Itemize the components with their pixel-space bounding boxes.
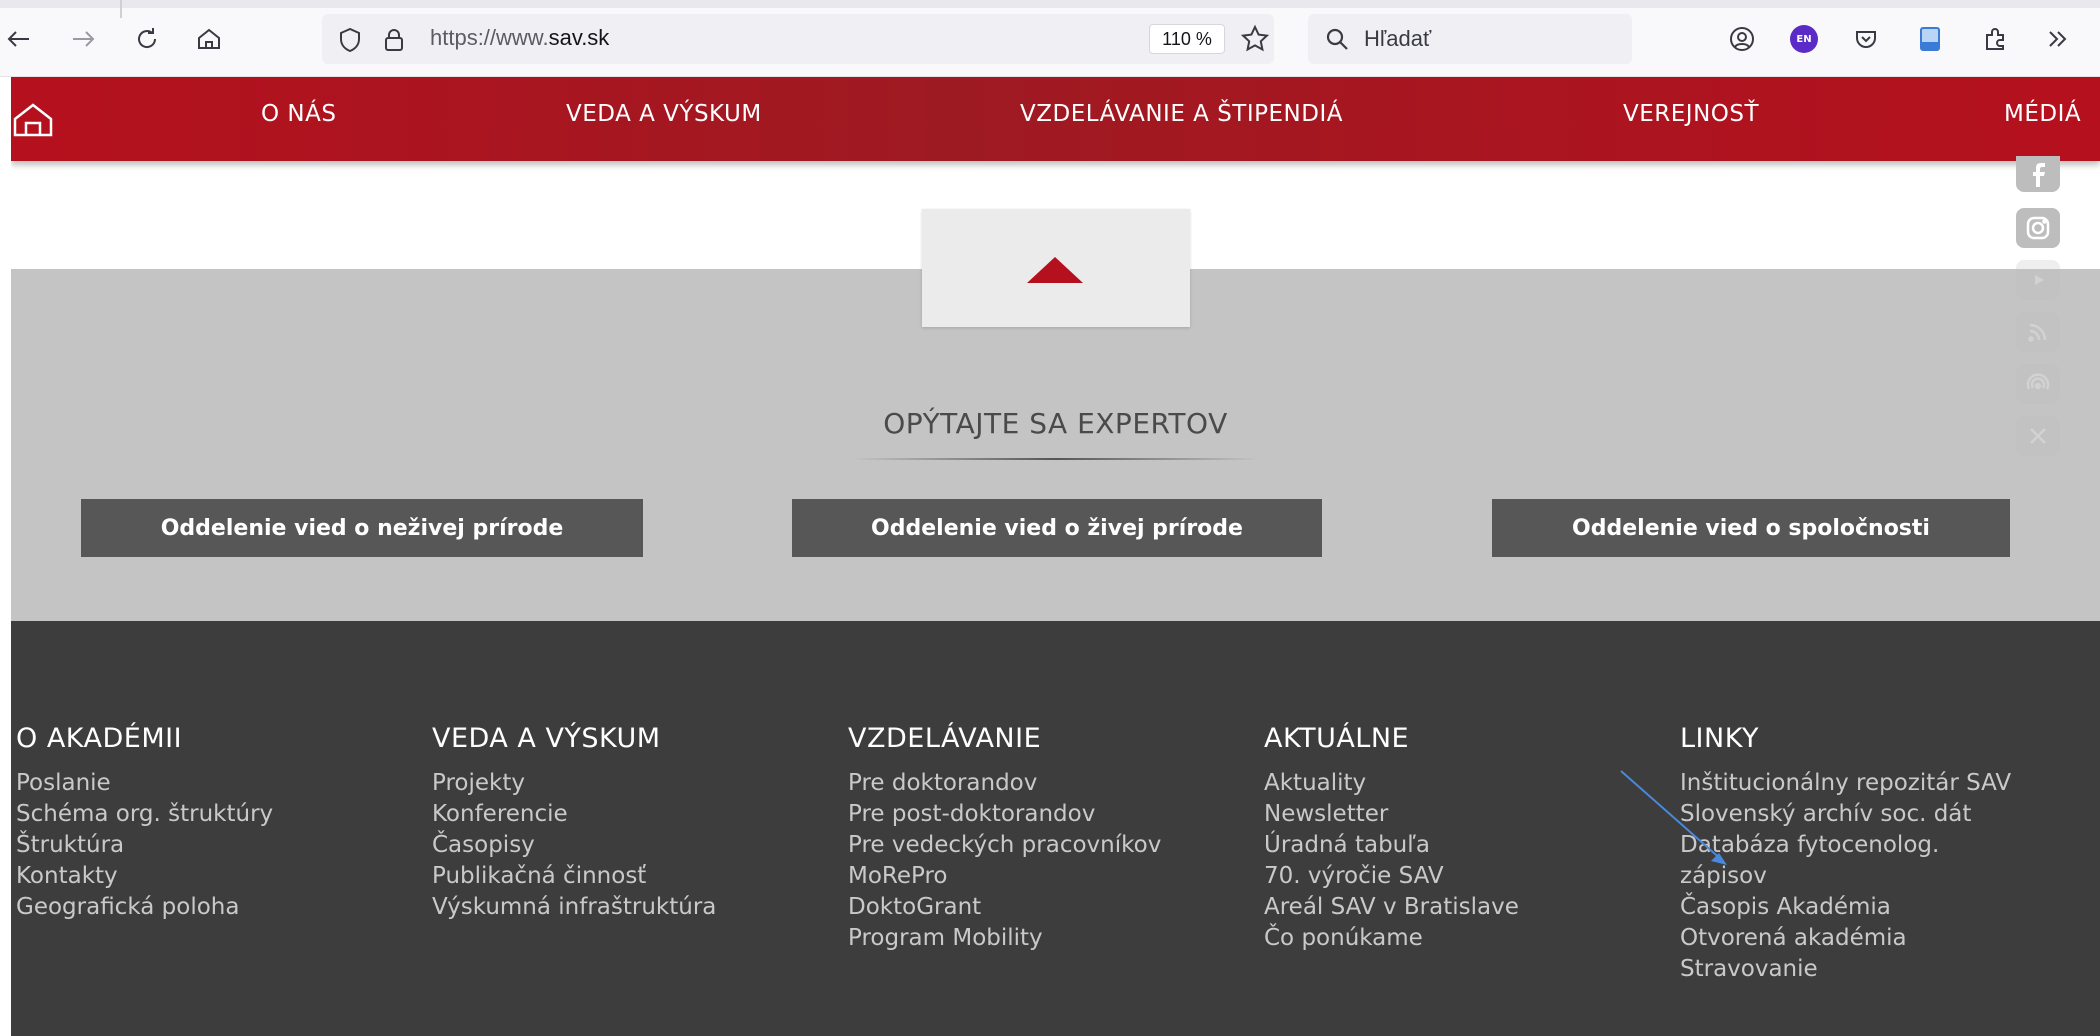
footer-column-o-akademii: O AKADÉMII Poslanie Schéma org. štruktúr… bbox=[16, 723, 273, 923]
home-icon[interactable] bbox=[190, 20, 228, 58]
site-footer: O AKADÉMII Poslanie Schéma org. štruktúr… bbox=[11, 621, 2100, 1036]
footer-heading: VZDELÁVANIE bbox=[848, 723, 1042, 754]
browser-toolbar: https://www.sav.sk 110 % Hľadať EN bbox=[0, 0, 2100, 77]
footer-column-linky: LINKY Inštitucionálny repozitár SAV Slov… bbox=[1680, 723, 2011, 985]
footer-links: Pre doktorandov Pre post-doktorandov Pre… bbox=[848, 768, 1161, 954]
footer-column-aktualne: AKTUÁLNE Aktuality Newsletter Úradná tab… bbox=[1264, 723, 1519, 954]
search-icon bbox=[1324, 26, 1350, 52]
footer-link[interactable]: Pre doktorandov bbox=[848, 768, 1161, 799]
footer-link[interactable]: Úradná tabuľa bbox=[1264, 830, 1519, 861]
footer-link[interactable]: Časopis Akadémia bbox=[1680, 892, 2011, 923]
footer-link[interactable]: Areál SAV v Bratislave bbox=[1264, 892, 1519, 923]
account-icon[interactable] bbox=[1725, 22, 1759, 56]
nav-item-vzdelavanie[interactable]: VZDELÁVANIE A ŠTIPENDIÁ bbox=[1020, 101, 1343, 127]
heading-divider bbox=[853, 458, 1259, 460]
footer-link[interactable]: Poslanie bbox=[16, 768, 273, 799]
tab-separator bbox=[120, 0, 122, 18]
footer-link[interactable]: Schéma org. štruktúry bbox=[16, 799, 273, 830]
footer-link[interactable]: Konferencie bbox=[432, 799, 716, 830]
footer-links: Aktuality Newsletter Úradná tabuľa 70. v… bbox=[1264, 768, 1519, 954]
footer-link[interactable]: DoktoGrant bbox=[848, 892, 1161, 923]
footer-link[interactable]: Výskumná infraštruktúra bbox=[432, 892, 716, 923]
footer-link[interactable]: Otvorená akadémia bbox=[1680, 923, 2011, 954]
footer-column-veda-a-vyskum: VEDA A VÝSKUM Projekty Konferencie Časop… bbox=[432, 723, 716, 923]
extension-badge: EN bbox=[1790, 25, 1818, 53]
search-bar[interactable]: Hľadať bbox=[1308, 14, 1632, 64]
footer-heading: LINKY bbox=[1680, 723, 1759, 754]
podcast-icon[interactable] bbox=[2016, 364, 2060, 404]
footer-link[interactable]: Inštitucionálny repozitár SAV bbox=[1680, 768, 2011, 799]
footer-link[interactable]: Časopisy bbox=[432, 830, 716, 861]
address-bar[interactable]: https://www.sav.sk 110 % bbox=[322, 14, 1274, 64]
bookmark-star-icon[interactable] bbox=[1240, 24, 1270, 54]
instagram-icon[interactable] bbox=[2016, 208, 2060, 248]
footer-links: Poslanie Schéma org. štruktúry Štruktúra… bbox=[16, 768, 273, 923]
footer-link[interactable]: Geografická poloha bbox=[16, 892, 273, 923]
forward-arrow-icon[interactable] bbox=[64, 20, 102, 58]
tab-strip-edge bbox=[0, 0, 2100, 8]
footer-link[interactable]: Projekty bbox=[432, 768, 716, 799]
footer-links: Inštitucionálny repozitár SAV Slovenský … bbox=[1680, 768, 2011, 985]
footer-link[interactable]: Aktuality bbox=[1264, 768, 1519, 799]
footer-link[interactable]: Slovenský archív soc. dát bbox=[1680, 799, 2011, 830]
footer-link[interactable]: Program Mobility bbox=[848, 923, 1161, 954]
footer-link[interactable]: MoRePro bbox=[848, 861, 1161, 892]
document-extension-icon[interactable] bbox=[1913, 22, 1947, 56]
lock-icon[interactable] bbox=[380, 26, 408, 54]
nav-item-verejnost[interactable]: VEREJNOSŤ bbox=[1623, 101, 1759, 127]
x-twitter-icon[interactable] bbox=[2016, 416, 2060, 456]
nav-home-icon[interactable] bbox=[11, 99, 55, 139]
footer-link[interactable]: Pre vedeckých pracovníkov bbox=[848, 830, 1161, 861]
footer-heading: O AKADÉMII bbox=[16, 723, 183, 754]
footer-heading: AKTUÁLNE bbox=[1264, 723, 1410, 754]
extensions-puzzle-icon[interactable] bbox=[1978, 22, 2012, 56]
url-domain: sav.sk bbox=[548, 25, 610, 50]
zoom-level-badge[interactable]: 110 % bbox=[1149, 24, 1225, 54]
youtube-icon[interactable] bbox=[2016, 260, 2060, 300]
footer-link[interactable]: Publikačná činnosť bbox=[432, 861, 716, 892]
footer-link[interactable]: Čo ponúkame bbox=[1264, 923, 1519, 954]
overflow-chevron-icon[interactable] bbox=[2040, 22, 2074, 56]
experts-heading: OPÝTAJTE SA EXPERTOV bbox=[883, 407, 1228, 440]
search-placeholder: Hľadať bbox=[1364, 26, 1432, 51]
shield-icon[interactable] bbox=[336, 26, 364, 54]
footer-link[interactable]: Kontakty bbox=[16, 861, 273, 892]
up-arrow-icon bbox=[1027, 257, 1083, 283]
dept-button-ziva-priroda[interactable]: Oddelenie vied o živej prírode bbox=[792, 499, 1322, 557]
footer-link[interactable]: Databáza fytocenolog. bbox=[1680, 830, 2011, 861]
nav-item-o-nas[interactable]: O NÁS bbox=[261, 101, 336, 127]
url-text[interactable]: https://www.sav.sk bbox=[430, 25, 609, 51]
translate-extension-icon[interactable]: EN bbox=[1787, 22, 1821, 56]
footer-link[interactable]: Štruktúra bbox=[16, 830, 273, 861]
main-navigation: O NÁS VEDA A VÝSKUM VZDELÁVANIE A ŠTIPEN… bbox=[11, 77, 2100, 161]
footer-links: Projekty Konferencie Časopisy Publikačná… bbox=[432, 768, 716, 923]
footer-link[interactable]: zápisov bbox=[1680, 861, 2011, 892]
footer-column-vzdelavanie: VZDELÁVANIE Pre doktorandov Pre post-dok… bbox=[848, 723, 1161, 954]
footer-link[interactable]: Newsletter bbox=[1264, 799, 1519, 830]
facebook-icon[interactable] bbox=[2016, 156, 2060, 192]
url-prefix: https://www. bbox=[430, 25, 549, 50]
rss-icon[interactable] bbox=[2016, 312, 2060, 352]
footer-link[interactable]: 70. výročie SAV bbox=[1264, 861, 1519, 892]
dept-button-neziva-priroda[interactable]: Oddelenie vied o neživej prírode bbox=[81, 499, 643, 557]
pocket-icon[interactable] bbox=[1849, 22, 1883, 56]
annotation-arrow-icon bbox=[1620, 770, 1727, 865]
page-viewport: O NÁS VEDA A VÝSKUM VZDELÁVANIE A ŠTIPEN… bbox=[11, 77, 2100, 1036]
back-arrow-icon[interactable] bbox=[0, 20, 38, 58]
scroll-to-top-button[interactable] bbox=[922, 209, 1190, 327]
footer-link[interactable]: Stravovanie bbox=[1680, 954, 2011, 985]
nav-item-media[interactable]: MÉDIÁ bbox=[2004, 101, 2081, 127]
reload-icon[interactable] bbox=[128, 20, 166, 58]
nav-item-veda-a-vyskum[interactable]: VEDA A VÝSKUM bbox=[566, 101, 762, 127]
footer-link[interactable]: Pre post-doktorandov bbox=[848, 799, 1161, 830]
footer-heading: VEDA A VÝSKUM bbox=[432, 723, 661, 754]
dept-button-spolocnost[interactable]: Oddelenie vied o spoločnosti bbox=[1492, 499, 2010, 557]
